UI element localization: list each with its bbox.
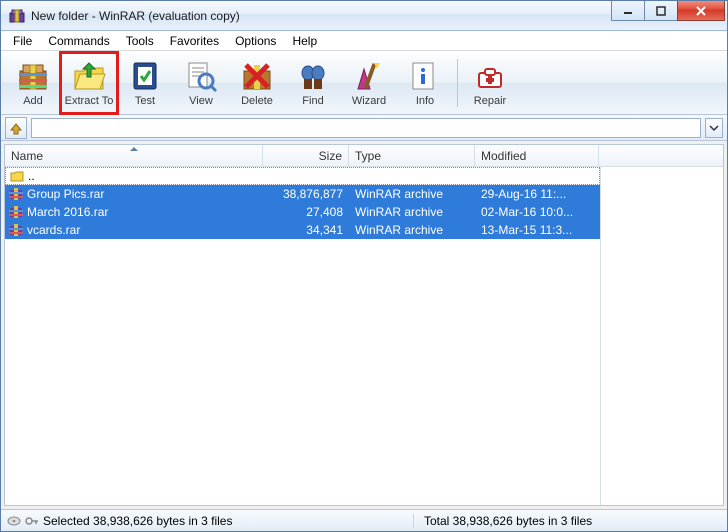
info-button[interactable]: Info [397, 53, 453, 113]
parent-folder-row[interactable]: .. File folder [5, 167, 600, 185]
status-total: Total 38,938,626 bytes in 3 files [424, 514, 592, 528]
maximize-icon [655, 5, 667, 17]
extract-icon [72, 59, 106, 93]
chevron-down-icon [709, 123, 719, 133]
close-icon [694, 5, 708, 17]
address-field[interactable] [31, 118, 701, 138]
wizard-label: Wizard [352, 95, 386, 107]
up-button[interactable] [5, 117, 27, 139]
wizard-icon [352, 59, 386, 93]
window-title: New folder - WinRAR (evaluation copy) [31, 9, 612, 23]
disk-icon [7, 515, 21, 527]
test-icon [128, 59, 162, 93]
view-label: View [189, 95, 213, 107]
up-arrow-icon [9, 121, 23, 135]
find-button[interactable]: Find [285, 53, 341, 113]
menu-favorites[interactable]: Favorites [162, 32, 227, 50]
column-spacer [599, 145, 723, 166]
test-label: Test [135, 95, 155, 107]
delete-icon [240, 59, 274, 93]
add-button[interactable]: Add [5, 53, 61, 113]
info-icon [408, 59, 442, 93]
repair-label: Repair [474, 95, 506, 107]
test-button[interactable]: Test [117, 53, 173, 113]
minimize-button[interactable] [611, 1, 645, 21]
minimize-icon [622, 5, 634, 17]
view-button[interactable]: View [173, 53, 229, 113]
statusbar: Selected 38,938,626 bytes in 3 files Tot… [1, 509, 727, 531]
window-buttons [612, 1, 725, 21]
column-modified[interactable]: Modified [475, 145, 599, 166]
menu-file[interactable]: File [5, 32, 40, 50]
column-headers: Name Size Type Modified [5, 145, 723, 167]
wizard-button[interactable]: Wizard [341, 53, 397, 113]
rar-icon [9, 205, 23, 219]
menu-options[interactable]: Options [227, 32, 284, 50]
info-label: Info [416, 95, 434, 107]
archive-icon [16, 59, 50, 93]
file-row[interactable]: March 2016.rar 27,408 WinRAR archive 02-… [5, 203, 600, 221]
folder-icon [10, 169, 24, 183]
file-row[interactable]: Group Pics.rar 38,876,877 WinRAR archive… [5, 185, 600, 203]
menu-help[interactable]: Help [284, 32, 325, 50]
menubar: File Commands Tools Favorites Options He… [1, 31, 727, 51]
view-icon [184, 59, 218, 93]
rar-icon [9, 187, 23, 201]
repair-icon [473, 59, 507, 93]
file-list: Name Size Type Modified .. File folder [4, 144, 724, 506]
status-right: Total 38,938,626 bytes in 3 files [413, 514, 721, 528]
menu-commands[interactable]: Commands [40, 32, 117, 50]
rar-icon [9, 223, 23, 237]
parent-type: File folder [264, 169, 317, 183]
address-dropdown[interactable] [705, 118, 723, 138]
status-selected: Selected 38,938,626 bytes in 3 files [43, 514, 232, 528]
file-row[interactable]: vcards.rar 34,341 WinRAR archive 13-Mar-… [5, 221, 600, 239]
extract-to-label: Extract To [65, 95, 114, 107]
repair-button[interactable]: Repair [462, 53, 518, 113]
app-icon [9, 8, 25, 24]
find-label: Find [302, 95, 323, 107]
toolbar: Add Extract To Test View Delete [1, 51, 727, 115]
column-size[interactable]: Size [263, 145, 349, 166]
column-name[interactable]: Name [5, 145, 263, 166]
close-button[interactable] [677, 1, 725, 21]
find-icon [296, 59, 330, 93]
address-bar [1, 115, 727, 141]
status-left: Selected 38,938,626 bytes in 3 files [7, 514, 407, 528]
empty-right-pane [601, 167, 723, 505]
app-window: New folder - WinRAR (evaluation copy) Fi… [0, 0, 728, 532]
menu-tools[interactable]: Tools [118, 32, 162, 50]
key-icon [25, 515, 39, 527]
delete-button[interactable]: Delete [229, 53, 285, 113]
titlebar: New folder - WinRAR (evaluation copy) [1, 1, 727, 31]
extract-to-button[interactable]: Extract To [61, 53, 117, 113]
toolbar-separator [457, 59, 458, 107]
column-type[interactable]: Type [349, 145, 475, 166]
delete-label: Delete [241, 95, 273, 107]
add-label: Add [23, 95, 43, 107]
maximize-button[interactable] [644, 1, 678, 21]
